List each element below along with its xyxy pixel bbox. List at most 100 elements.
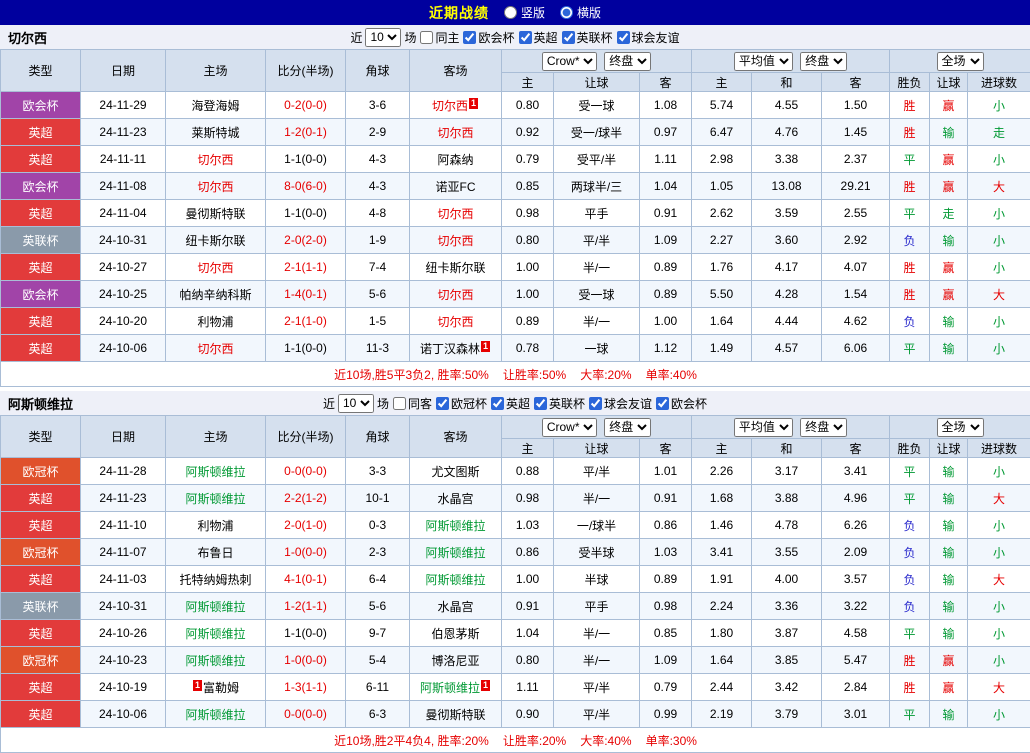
- avg-source-select[interactable]: 平均值: [734, 52, 793, 71]
- home-team-name[interactable]: 切尔西: [197, 153, 233, 167]
- league-filter-option[interactable]: 英超: [518, 29, 558, 46]
- away-team-name[interactable]: 阿斯顿维拉: [425, 573, 485, 587]
- home-team-cell[interactable]: 海登海姆: [166, 92, 266, 119]
- home-team-name[interactable]: 阿斯顿维拉: [185, 627, 245, 641]
- league-checkbox[interactable]: [519, 31, 532, 44]
- avg-source-select[interactable]: 平均值: [734, 418, 793, 437]
- same-venue-option[interactable]: 同客: [392, 395, 432, 412]
- home-team-cell[interactable]: 切尔西: [166, 335, 266, 362]
- home-team-cell[interactable]: 切尔西: [166, 254, 266, 281]
- away-team-cell[interactable]: 切尔西1: [410, 92, 502, 119]
- away-team-cell[interactable]: 阿斯顿维拉1: [410, 674, 502, 701]
- home-team-name[interactable]: 切尔西: [197, 261, 233, 275]
- home-team-cell[interactable]: 利物浦: [166, 308, 266, 335]
- layout-horizontal-option[interactable]: 横版: [559, 4, 601, 21]
- away-team-name[interactable]: 切尔西: [437, 315, 473, 329]
- home-team-cell[interactable]: 阿斯顿维拉: [166, 701, 266, 728]
- league-filter-option[interactable]: 欧冠杯: [435, 395, 487, 412]
- away-team-name[interactable]: 水晶宫: [437, 492, 473, 506]
- league-filter-option[interactable]: 欧会杯: [462, 29, 514, 46]
- away-team-name[interactable]: 伯恩茅斯: [431, 627, 479, 641]
- home-team-cell[interactable]: 利物浦: [166, 512, 266, 539]
- home-team-name[interactable]: 利物浦: [197, 315, 233, 329]
- away-team-cell[interactable]: 切尔西: [410, 308, 502, 335]
- home-team-name[interactable]: 帕纳辛纳科斯: [179, 288, 251, 302]
- league-filter-option[interactable]: 英联杯: [561, 29, 613, 46]
- away-team-cell[interactable]: 切尔西: [410, 119, 502, 146]
- avg-stage-select[interactable]: 终盘: [800, 418, 847, 437]
- league-filter-option[interactable]: 球会友谊: [616, 29, 680, 46]
- recent-count-select[interactable]: 10: [338, 394, 374, 413]
- away-team-name[interactable]: 切尔西: [437, 126, 473, 140]
- away-team-cell[interactable]: 阿森纳: [410, 146, 502, 173]
- away-team-name[interactable]: 切尔西: [437, 207, 473, 221]
- home-team-cell[interactable]: 布鲁日: [166, 539, 266, 566]
- home-team-name[interactable]: 阿斯顿维拉: [185, 492, 245, 506]
- layout-vertical-radio[interactable]: [504, 6, 517, 19]
- home-team-cell[interactable]: 切尔西: [166, 173, 266, 200]
- league-filter-option[interactable]: 英联杯: [533, 395, 585, 412]
- layout-vertical-option[interactable]: 竖版: [503, 4, 545, 21]
- home-team-cell[interactable]: 纽卡斯尔联: [166, 227, 266, 254]
- home-team-name[interactable]: 阿斯顿维拉: [185, 465, 245, 479]
- away-team-cell[interactable]: 博洛尼亚: [410, 647, 502, 674]
- home-team-cell[interactable]: 阿斯顿维拉: [166, 485, 266, 512]
- away-team-name[interactable]: 纽卡斯尔联: [425, 261, 485, 275]
- layout-horizontal-radio[interactable]: [560, 6, 573, 19]
- home-team-name[interactable]: 曼彻斯特联: [185, 207, 245, 221]
- avg-stage-select[interactable]: 终盘: [800, 52, 847, 71]
- away-team-cell[interactable]: 切尔西: [410, 227, 502, 254]
- home-team-name[interactable]: 切尔西: [197, 342, 233, 356]
- league-filter-option[interactable]: 英超: [490, 395, 530, 412]
- away-team-name[interactable]: 诺丁汉森林: [420, 342, 480, 356]
- result-scope-select[interactable]: 全场: [937, 418, 984, 437]
- away-team-cell[interactable]: 尤文图斯: [410, 458, 502, 485]
- away-team-cell[interactable]: 诺亚FC: [410, 173, 502, 200]
- away-team-name[interactable]: 切尔西: [437, 288, 473, 302]
- odds-stage-select[interactable]: 终盘: [604, 52, 651, 71]
- home-team-cell[interactable]: 阿斯顿维拉: [166, 458, 266, 485]
- result-scope-select[interactable]: 全场: [937, 52, 984, 71]
- away-team-cell[interactable]: 切尔西: [410, 200, 502, 227]
- away-team-cell[interactable]: 水晶宫: [410, 593, 502, 620]
- away-team-name[interactable]: 博洛尼亚: [431, 654, 479, 668]
- away-team-cell[interactable]: 伯恩茅斯: [410, 620, 502, 647]
- home-team-cell[interactable]: 阿斯顿维拉: [166, 647, 266, 674]
- league-checkbox[interactable]: [463, 31, 476, 44]
- home-team-cell[interactable]: 帕纳辛纳科斯: [166, 281, 266, 308]
- league-filter-option[interactable]: 球会友谊: [588, 395, 652, 412]
- league-checkbox[interactable]: [589, 397, 602, 410]
- home-team-cell[interactable]: 曼彻斯特联: [166, 200, 266, 227]
- league-checkbox[interactable]: [436, 397, 449, 410]
- away-team-name[interactable]: 诺亚FC: [436, 180, 476, 194]
- away-team-name[interactable]: 切尔西: [437, 234, 473, 248]
- league-checkbox[interactable]: [534, 397, 547, 410]
- home-team-name[interactable]: 阿斯顿维拉: [185, 654, 245, 668]
- home-team-name[interactable]: 阿斯顿维拉: [185, 600, 245, 614]
- league-checkbox[interactable]: [562, 31, 575, 44]
- away-team-name[interactable]: 阿斯顿维拉: [425, 546, 485, 560]
- league-checkbox[interactable]: [656, 397, 669, 410]
- recent-count-select[interactable]: 10: [365, 28, 401, 47]
- same-venue-option[interactable]: 同主: [419, 29, 459, 46]
- away-team-name[interactable]: 阿森纳: [437, 153, 473, 167]
- away-team-name[interactable]: 水晶宫: [437, 600, 473, 614]
- odds-source-select[interactable]: Crow*: [542, 418, 597, 437]
- home-team-cell[interactable]: 切尔西: [166, 146, 266, 173]
- away-team-cell[interactable]: 诺丁汉森林1: [410, 335, 502, 362]
- same-venue-checkbox[interactable]: [420, 31, 433, 44]
- home-team-cell[interactable]: 托特纳姆热刺: [166, 566, 266, 593]
- odds-stage-select[interactable]: 终盘: [604, 418, 651, 437]
- home-team-cell[interactable]: 阿斯顿维拉: [166, 593, 266, 620]
- away-team-cell[interactable]: 曼彻斯特联: [410, 701, 502, 728]
- away-team-cell[interactable]: 水晶宫: [410, 485, 502, 512]
- league-checkbox[interactable]: [617, 31, 630, 44]
- away-team-cell[interactable]: 纽卡斯尔联: [410, 254, 502, 281]
- home-team-name[interactable]: 托特纳姆热刺: [179, 573, 251, 587]
- away-team-name[interactable]: 阿斯顿维拉: [420, 681, 480, 695]
- home-team-name[interactable]: 切尔西: [197, 180, 233, 194]
- away-team-cell[interactable]: 阿斯顿维拉: [410, 566, 502, 593]
- home-team-cell[interactable]: 阿斯顿维拉: [166, 620, 266, 647]
- home-team-name[interactable]: 阿斯顿维拉: [185, 708, 245, 722]
- home-team-name[interactable]: 纽卡斯尔联: [185, 234, 245, 248]
